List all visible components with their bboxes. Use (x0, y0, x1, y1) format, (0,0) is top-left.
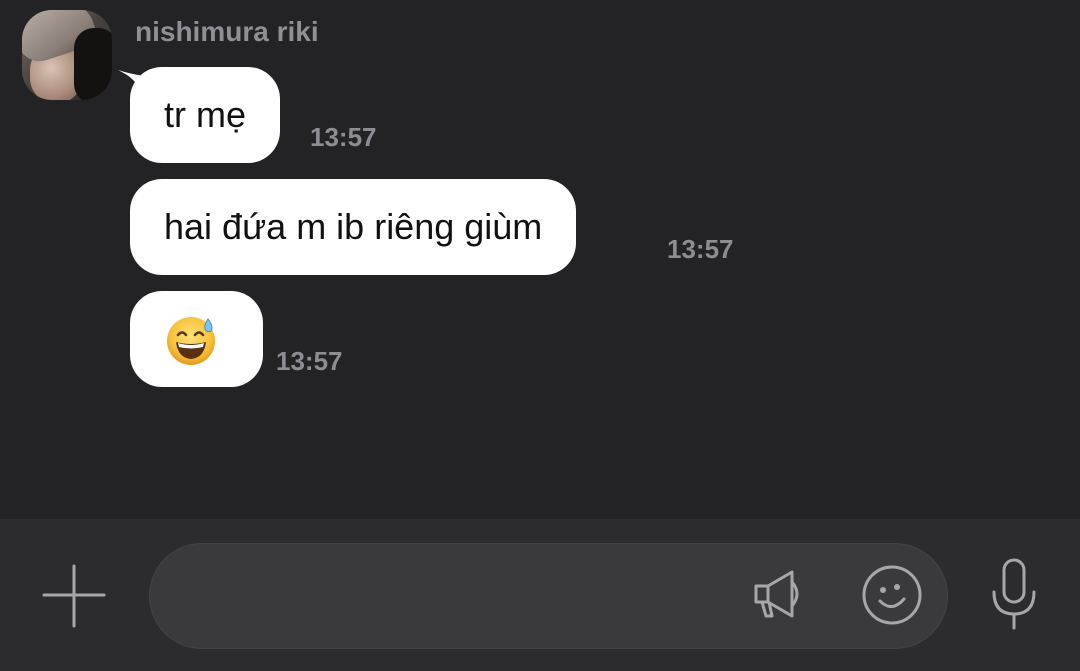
grinning-face-with-sweat-icon (167, 317, 215, 365)
avatar-hair (74, 28, 112, 100)
sender-name: nishimura riki (135, 16, 319, 47)
microphone-icon (992, 558, 1036, 630)
message-input-field[interactable] (149, 543, 948, 649)
message-time: 13:57 (276, 346, 343, 376)
message-bubble-emoji[interactable] (130, 291, 263, 387)
avatar[interactable] (22, 10, 112, 100)
announcement-button[interactable] (748, 564, 808, 624)
emoji-button[interactable] (860, 563, 924, 627)
smiley-icon (862, 565, 922, 625)
message-text: hai đứa m ib riêng giùm (164, 206, 543, 247)
message-input[interactable] (180, 544, 740, 648)
megaphone-icon (754, 570, 799, 618)
chat-area: nishimura riki tr mẹ 13:57 hai đứa m ib … (0, 0, 1080, 519)
message-time: 13:57 (667, 234, 734, 264)
message-text: tr mẹ (164, 94, 247, 135)
plus-icon (42, 564, 106, 628)
attach-button[interactable] (40, 562, 108, 630)
voice-message-button[interactable] (988, 558, 1040, 632)
message-bubble[interactable]: hai đứa m ib riêng giùm (130, 179, 577, 275)
message-time: 13:57 (310, 122, 377, 152)
message-bubble[interactable]: tr mẹ (130, 67, 281, 163)
